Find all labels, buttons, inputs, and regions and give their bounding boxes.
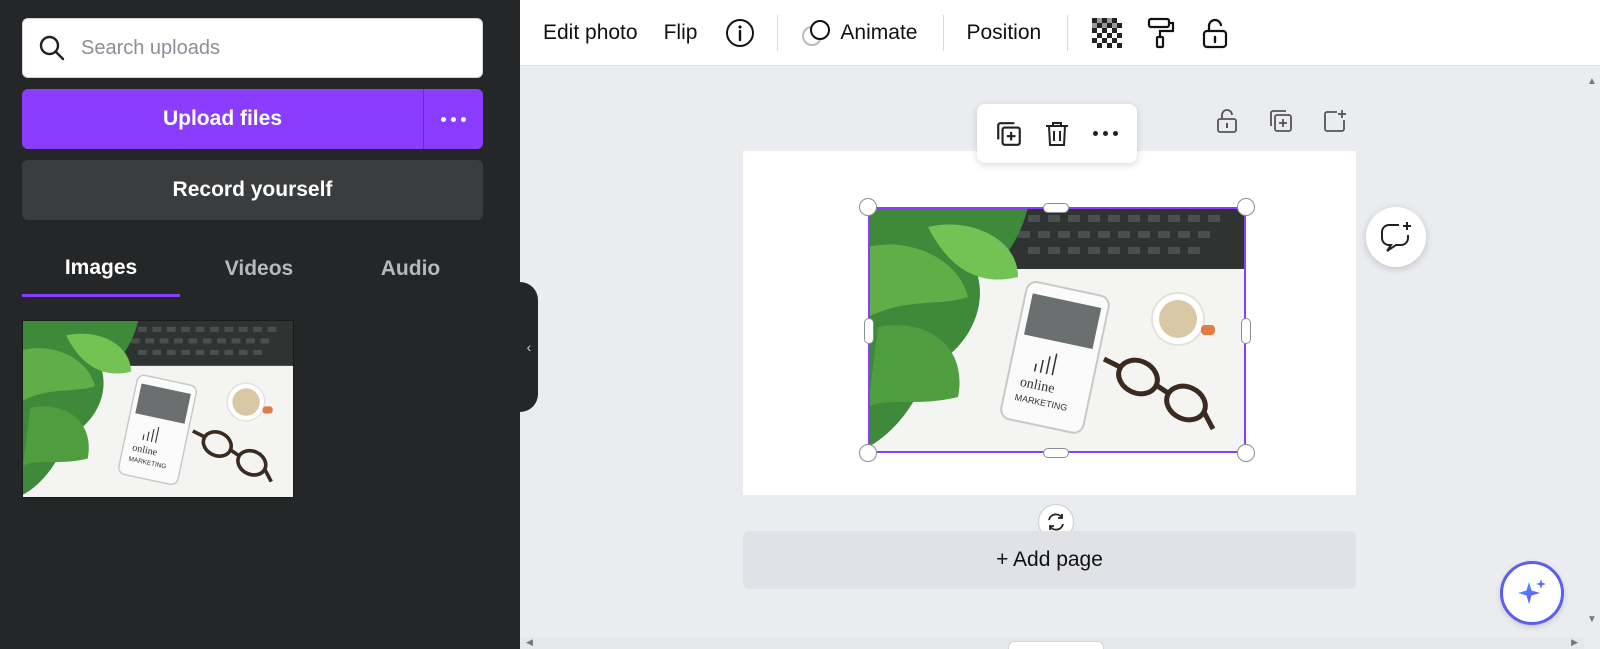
desk-photo-image: online MARKETING <box>23 321 293 497</box>
lock-button[interactable] <box>1198 16 1232 50</box>
add-page-icon <box>1324 110 1346 132</box>
upload-files-button[interactable]: Upload files <box>22 89 423 149</box>
media-tabs: Images Videos Audio <box>22 245 483 297</box>
magic-assistant-button[interactable] <box>1500 561 1564 625</box>
unlock-icon <box>1217 109 1237 133</box>
collapse-panel-button[interactable]: ‹ <box>520 282 538 412</box>
rotate-icon <box>1048 513 1064 531</box>
scroll-thumb[interactable] <box>1008 641 1104 649</box>
resize-handle-right[interactable] <box>1241 318 1251 344</box>
resize-handle-bottom-right[interactable] <box>1237 444 1255 462</box>
upload-files-group: Upload files <box>22 89 483 149</box>
animate-label: Animate <box>840 20 918 44</box>
duplicate-element-button[interactable] <box>992 117 1026 151</box>
add-comment-button[interactable] <box>1366 207 1426 267</box>
lock-page-button[interactable] <box>1212 106 1242 136</box>
tab-images[interactable]: Images <box>22 245 180 297</box>
resize-handle-bottom[interactable] <box>1043 448 1069 458</box>
horizontal-scrollbar[interactable]: ◀ ▶ <box>520 637 1584 649</box>
resize-handle-top-right[interactable] <box>1237 198 1255 216</box>
info-icon <box>726 18 755 47</box>
more-icon <box>1092 131 1118 136</box>
animate-button[interactable]: Animate <box>800 18 917 48</box>
search-box[interactable] <box>22 18 483 78</box>
delete-element-button[interactable] <box>1040 117 1074 151</box>
chevron-left-icon: ‹ <box>526 339 532 355</box>
trash-icon <box>1046 121 1068 146</box>
resize-handle-bottom-left[interactable] <box>859 444 877 462</box>
element-context-menu <box>977 104 1137 163</box>
search-icon <box>39 35 65 61</box>
duplicate-page-button[interactable] <box>1266 106 1296 136</box>
resize-handle-top-left[interactable] <box>859 198 877 216</box>
edit-photo-button[interactable]: Edit photo <box>543 21 638 45</box>
add-page-button[interactable]: + Add page <box>743 531 1356 589</box>
tab-audio[interactable]: Audio <box>338 245 483 293</box>
transparency-icon <box>1092 17 1123 48</box>
toolbar-divider <box>777 14 779 51</box>
tab-videos[interactable]: Videos <box>180 245 338 293</box>
scroll-left-arrow-icon[interactable]: ◀ <box>526 637 533 648</box>
info-button[interactable] <box>723 16 757 50</box>
selected-photo[interactable]: online MARKETING <box>868 207 1246 453</box>
animate-icon <box>802 19 831 46</box>
toolbar-divider <box>943 14 945 51</box>
uploads-panel: Upload files Record yourself Images Vide… <box>0 0 520 649</box>
paint-roller-icon <box>1148 17 1175 48</box>
page-actions <box>1212 106 1350 136</box>
more-options-button[interactable] <box>1088 117 1122 151</box>
duplicate-icon <box>1270 110 1292 132</box>
desk-photo-image: online MARKETING <box>868 207 1246 453</box>
vertical-scrollbar[interactable]: ▲ ▼ <box>1584 66 1600 649</box>
sparkle-icon <box>1518 579 1546 604</box>
comment-plus-icon <box>1381 222 1411 252</box>
more-icon <box>441 116 466 122</box>
scroll-down-arrow-icon[interactable]: ▼ <box>1587 614 1597 625</box>
transparency-button[interactable] <box>1090 16 1124 50</box>
search-input[interactable] <box>81 36 461 60</box>
copy-style-button[interactable] <box>1144 16 1178 50</box>
uploaded-image-thumbnail[interactable]: online MARKETING <box>22 320 294 498</box>
scroll-right-arrow-icon[interactable]: ▶ <box>1571 637 1578 648</box>
position-button[interactable]: Position <box>966 21 1041 45</box>
record-yourself-button[interactable]: Record yourself <box>22 160 483 220</box>
flip-button[interactable]: Flip <box>664 21 698 45</box>
toolbar-divider <box>1067 14 1069 51</box>
add-page-icon-button[interactable] <box>1320 106 1350 136</box>
scroll-up-arrow-icon[interactable]: ▲ <box>1587 76 1597 87</box>
upload-more-button[interactable] <box>424 89 483 149</box>
lock-icon <box>1203 18 1228 48</box>
duplicate-icon <box>997 121 1021 146</box>
resize-handle-top[interactable] <box>1043 203 1069 213</box>
resize-handle-left[interactable] <box>864 318 874 344</box>
editor-toolbar: Edit photo Flip Animate Position <box>520 0 1600 66</box>
